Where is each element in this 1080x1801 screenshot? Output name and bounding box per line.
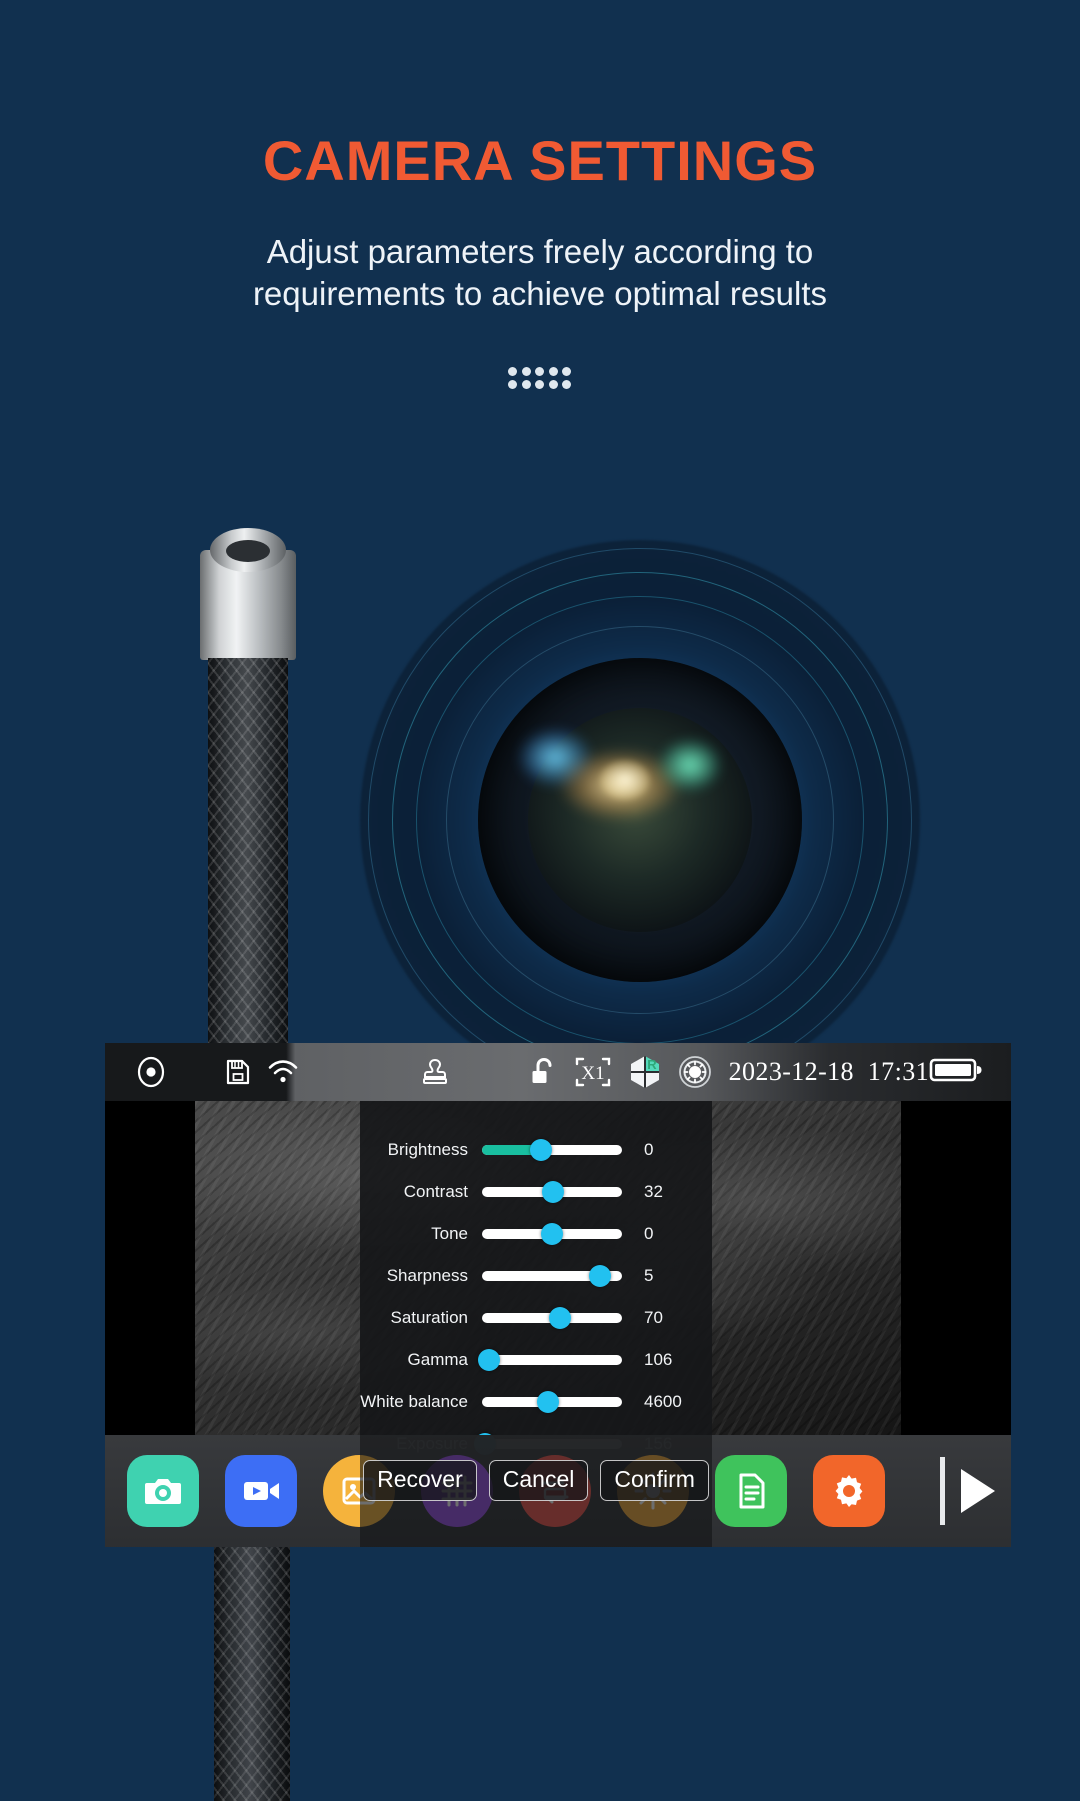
- rotate-hexagon-icon: R: [627, 1055, 663, 1089]
- document-icon: [729, 1469, 773, 1513]
- viewport-left-mask: [105, 1101, 195, 1435]
- dot: [521, 367, 531, 377]
- zoom-level-text: X1: [581, 1063, 604, 1084]
- dot: [562, 380, 572, 390]
- recover-button[interactable]: Recover: [363, 1460, 477, 1501]
- status-bar: X1 R 2023-12-18 17:31: [105, 1043, 1011, 1101]
- setting-slider[interactable]: [482, 1223, 622, 1245]
- dot: [535, 367, 545, 377]
- gear-icon: [827, 1469, 871, 1513]
- setting-row: Contrast 32: [360, 1171, 712, 1213]
- record-dot-icon: [135, 1056, 167, 1088]
- lens-flare-green: [660, 740, 720, 790]
- setting-row: Brightness 0: [360, 1129, 712, 1171]
- dot: [521, 380, 531, 390]
- setting-row: Tone 0: [360, 1213, 712, 1255]
- zoom-level-indicator: X1: [573, 1056, 613, 1088]
- setting-value: 5: [644, 1266, 654, 1285]
- setting-row: Sharpness 5: [360, 1255, 712, 1297]
- toolbar-divider: [940, 1457, 945, 1525]
- setting-row: Saturation 70: [360, 1297, 712, 1339]
- camera-viewport: Brightness 0 Contrast 32 Tone 0 Sharpness 5 Satu…: [105, 1101, 1011, 1455]
- status-time: 17:31: [867, 1057, 929, 1086]
- page-subtitle: Adjust parameters freely according to re…: [0, 231, 1080, 315]
- storage-network-group: [223, 1057, 299, 1087]
- setting-slider[interactable]: [482, 1139, 622, 1161]
- confirm-button[interactable]: Confirm: [600, 1460, 709, 1501]
- slider-knob[interactable]: [549, 1307, 572, 1329]
- setting-value: 106: [644, 1350, 673, 1369]
- rotate-badge-text: R: [647, 1057, 657, 1072]
- slider-knob[interactable]: [542, 1181, 565, 1203]
- viewport-right-mask: [901, 1101, 1011, 1435]
- camera-settings-dialog: Brightness 0 Contrast 32 Tone 0 Sharpness 5 Satu…: [360, 1101, 712, 1455]
- status-datetime: 2023-12-18 17:31: [729, 1057, 929, 1087]
- led-lamp-icon: [677, 1054, 713, 1090]
- status-date: 2023-12-18: [728, 1057, 854, 1086]
- dot: [548, 380, 558, 390]
- notes-button[interactable]: [715, 1455, 787, 1527]
- battery-full-icon: [929, 1055, 985, 1085]
- dot: [508, 367, 517, 377]
- dialog-button-row: Recover Cancel Confirm: [360, 1460, 712, 1501]
- camera-icon: [141, 1469, 185, 1513]
- page-title: CAMERA SETTINGS: [262, 129, 818, 192]
- setting-label: White balance: [360, 1392, 468, 1411]
- setting-value: 32: [644, 1182, 663, 1201]
- setting-label: Sharpness: [386, 1266, 468, 1285]
- setting-slider[interactable]: [482, 1307, 622, 1329]
- setting-slider[interactable]: [478, 1349, 622, 1371]
- photo-capture-button[interactable]: [127, 1455, 199, 1527]
- setting-label: Gamma: [407, 1350, 468, 1369]
- camera-mode-group: X1 R: [529, 1054, 713, 1090]
- subtitle-line-2: requirements to achieve optimal results: [252, 275, 828, 313]
- setting-value: 70: [644, 1308, 663, 1327]
- setting-value: 4600: [644, 1392, 682, 1411]
- setting-slider[interactable]: [482, 1265, 622, 1287]
- slider-knob[interactable]: [588, 1265, 611, 1287]
- dot: [548, 367, 558, 377]
- record-indicator: [105, 1056, 197, 1088]
- video-icon: [239, 1469, 283, 1513]
- dot: [562, 367, 572, 377]
- settings-button[interactable]: [813, 1455, 885, 1527]
- setting-row: White balance 4600: [360, 1381, 712, 1423]
- slider-track: [482, 1355, 622, 1365]
- setting-value: 0: [644, 1140, 654, 1159]
- promo-page: CAMERA SETTINGS Adjust parameters freely…: [0, 0, 1080, 1801]
- wifi-icon: [267, 1058, 299, 1086]
- stamp-group: [419, 1056, 451, 1088]
- slider-knob[interactable]: [536, 1391, 559, 1413]
- sd-card-icon: [223, 1057, 253, 1087]
- subtitle-line-1: Adjust parameters freely according to: [266, 233, 814, 270]
- lens-flare-highlight: [600, 760, 650, 800]
- cancel-button[interactable]: Cancel: [488, 1460, 589, 1501]
- unlock-padlock-icon: [529, 1056, 559, 1088]
- setting-label: Tone: [431, 1224, 468, 1243]
- endoscope-probe-head: [200, 528, 296, 660]
- setting-row: Gamma 106: [360, 1339, 712, 1381]
- battery-indicator: [929, 1055, 985, 1090]
- setting-label: Brightness: [387, 1140, 468, 1159]
- slider-knob[interactable]: [529, 1139, 552, 1161]
- next-page-arrow-icon[interactable]: [961, 1469, 995, 1513]
- setting-label: Saturation: [390, 1308, 469, 1327]
- dot: [535, 380, 545, 390]
- video-record-button[interactable]: [225, 1455, 297, 1527]
- slider-knob[interactable]: [541, 1223, 563, 1245]
- setting-value: 0: [644, 1224, 654, 1243]
- setting-slider[interactable]: [482, 1391, 622, 1413]
- decorative-dots: [508, 367, 572, 390]
- header: CAMERA SETTINGS Adjust parameters freely…: [0, 0, 1080, 390]
- device-screen: X1 R 2023-12-18 17:31 Brightness 0 Contr…: [105, 1043, 1011, 1547]
- stamp-icon: [419, 1056, 451, 1088]
- setting-label: Contrast: [403, 1182, 468, 1201]
- slider-knob[interactable]: [478, 1349, 500, 1371]
- setting-slider[interactable]: [482, 1181, 622, 1203]
- dot: [508, 380, 517, 390]
